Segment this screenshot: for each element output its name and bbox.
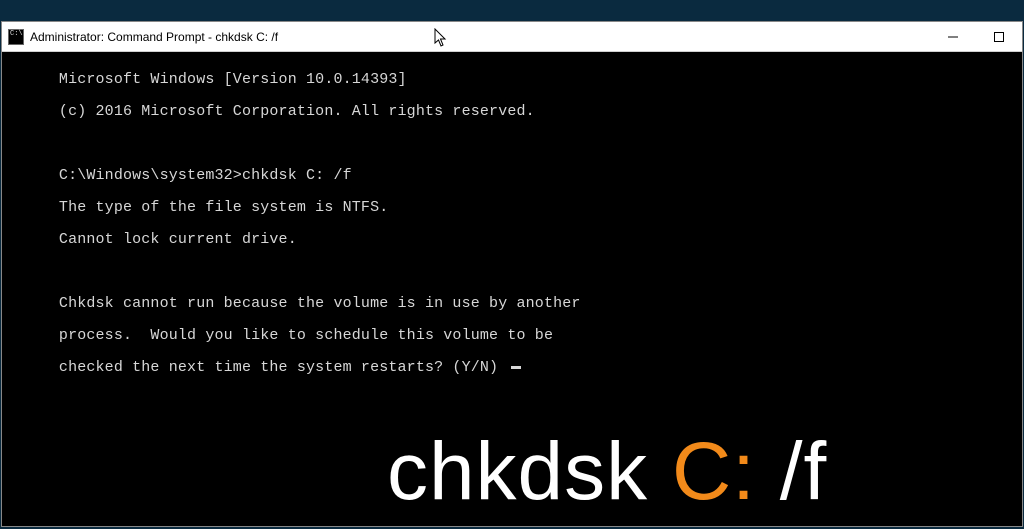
- maximize-button[interactable]: [976, 22, 1022, 51]
- terminal-msg-3: checked the next time the system restart…: [59, 359, 507, 376]
- terminal-msg-2: process. Would you like to schedule this…: [59, 327, 553, 344]
- window-titlebar[interactable]: Administrator: Command Prompt - chkdsk C…: [2, 22, 1022, 52]
- minimize-button[interactable]: [930, 22, 976, 51]
- command-prompt-window: Administrator: Command Prompt - chkdsk C…: [2, 22, 1022, 526]
- caption-part3: /f: [756, 426, 827, 517]
- window-controls: [930, 22, 1022, 51]
- terminal-line-version: Microsoft Windows [Version 10.0.14393]: [59, 71, 407, 88]
- caption-part1: chkdsk: [387, 426, 672, 517]
- terminal-fs-type: The type of the file system is NTFS.: [59, 199, 388, 216]
- terminal-msg-1: Chkdsk cannot run because the volume is …: [59, 295, 581, 312]
- terminal-line-copyright: (c) 2016 Microsoft Corporation. All righ…: [59, 103, 535, 120]
- window-title: Administrator: Command Prompt - chkdsk C…: [30, 30, 278, 44]
- titlebar-left: Administrator: Command Prompt - chkdsk C…: [8, 29, 278, 45]
- terminal-prompt-line: C:\Windows\system32>chkdsk C: /f: [59, 167, 352, 184]
- overlay-caption: chkdsk C: /f: [2, 448, 1022, 496]
- terminal-lock-line: Cannot lock current drive.: [59, 231, 297, 248]
- desktop-background: Administrator: Command Prompt - chkdsk C…: [0, 0, 1024, 529]
- caption-accent: C:: [672, 426, 756, 517]
- command-prompt-icon: [8, 29, 24, 45]
- terminal-body[interactable]: Microsoft Windows [Version 10.0.14393] (…: [2, 52, 1022, 526]
- text-cursor-icon: [511, 366, 521, 369]
